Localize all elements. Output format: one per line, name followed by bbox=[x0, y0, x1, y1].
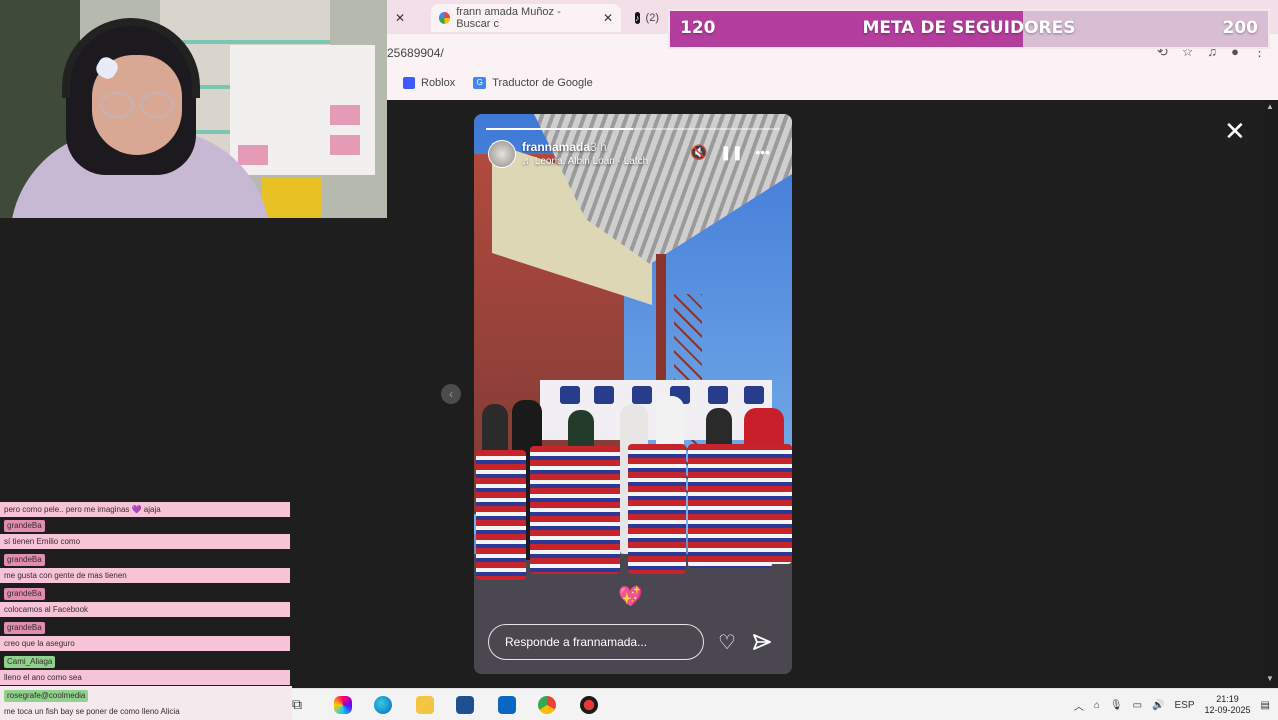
story-progress-fill bbox=[486, 128, 633, 130]
bookmarks-bar: Roblox G Traductor de Google bbox=[387, 72, 1278, 94]
mute-icon[interactable]: 🔇 bbox=[690, 144, 707, 161]
follower-goal-bar: META DE SEGUIDORES 120 200 bbox=[668, 9, 1270, 49]
chat-message: pero como pele.. pero me imaginas 💜 ajaj… bbox=[0, 502, 290, 517]
outlook-icon[interactable] bbox=[498, 696, 516, 714]
chat-message: me toca un fish bay se poner de como lle… bbox=[0, 704, 290, 719]
pompom-letter bbox=[628, 444, 686, 574]
bookmark-label: Traductor de Google bbox=[492, 77, 593, 89]
tab-previous[interactable]: ✕ bbox=[387, 4, 421, 32]
chat-message: sí tienen Emilio como bbox=[0, 534, 290, 549]
microphone-icon[interactable]: 🎙 bbox=[1110, 700, 1123, 711]
tab-label: (2) bbox=[645, 12, 659, 24]
story-header: frannamada 3 h ♬ Leona, Albin Loán · Lat… bbox=[488, 138, 778, 174]
google-icon bbox=[439, 12, 451, 24]
chat-message: me gusta con gente de mas tienen bbox=[0, 568, 290, 583]
obs-icon[interactable] bbox=[580, 696, 598, 714]
chat-username: grandeBa bbox=[4, 622, 45, 634]
roblox-icon bbox=[403, 77, 415, 89]
chat-username: grandeBa bbox=[4, 588, 45, 600]
follower-goal-title: META DE SEGUIDORES bbox=[862, 18, 1076, 38]
avatar[interactable] bbox=[488, 140, 516, 168]
chat-latest: rosegrafe@coolmedia me toca un fish bay … bbox=[0, 686, 292, 720]
chat-username: Cami_Aliaga bbox=[4, 656, 56, 668]
chat-username: grandeBa bbox=[4, 520, 45, 532]
chat-username: rosegrafe@coolmedia bbox=[4, 690, 89, 702]
chat-message: colocamos al Facebook bbox=[0, 602, 290, 617]
bookmark-google-translate[interactable]: G Traductor de Google bbox=[473, 77, 593, 89]
store-icon[interactable] bbox=[456, 696, 474, 714]
bookmark-label: Roblox bbox=[421, 77, 456, 89]
volume-icon[interactable]: 🔊 bbox=[1152, 700, 1164, 711]
chat-username: grandeBa bbox=[4, 554, 45, 566]
tab-close-icon[interactable]: ✕ bbox=[603, 11, 613, 25]
url-text[interactable]: 25689904/ bbox=[387, 46, 444, 60]
scrollbar[interactable]: ▲ ▼ bbox=[1264, 100, 1278, 686]
clock-date: 12-09-2025 bbox=[1204, 705, 1251, 715]
language-indicator[interactable]: ESP bbox=[1174, 700, 1194, 711]
pause-icon[interactable]: ❚❚ bbox=[720, 144, 743, 161]
screen: ✕ frann amada Muñoz - Buscar c ✕ ♪ (2) 2… bbox=[0, 0, 1278, 720]
pompom-letter bbox=[530, 446, 620, 574]
tab-label: frann amada Muñoz - Buscar c bbox=[456, 6, 561, 30]
heart-icon[interactable]: ♡ bbox=[718, 630, 736, 655]
chevron-up-icon[interactable]: ︿ bbox=[1074, 698, 1084, 713]
story-music[interactable]: ♬ Leona, Albin Loán · Latch bbox=[522, 156, 648, 167]
previous-story-icon[interactable]: ‹ bbox=[441, 384, 461, 404]
chat-message: lleno el ano como sea bbox=[0, 670, 290, 685]
file-explorer-icon[interactable] bbox=[416, 696, 434, 714]
story-time: 3 h bbox=[590, 140, 607, 154]
chat-message: creo que la aseguro bbox=[0, 636, 290, 651]
instagram-story[interactable]: frannamada 3 h ♬ Leona, Albin Loán · Lat… bbox=[474, 114, 792, 674]
notification-icon[interactable]: ▤ bbox=[1261, 700, 1270, 711]
scroll-up-icon[interactable]: ▲ bbox=[1266, 102, 1276, 112]
clock[interactable]: 21:19 12-09-2025 bbox=[1205, 694, 1251, 716]
tab-google-search[interactable]: frann amada Muñoz - Buscar c ✕ bbox=[431, 4, 621, 32]
google-translate-icon: G bbox=[473, 77, 487, 89]
tab-close-icon[interactable]: ✕ bbox=[395, 11, 405, 25]
story-reply-input[interactable]: Responde a frannamada... bbox=[488, 624, 704, 660]
pink-shelf bbox=[230, 45, 375, 175]
clock-time: 21:19 bbox=[1216, 694, 1239, 704]
send-icon[interactable] bbox=[752, 632, 772, 652]
taskbar: ⧉ ︿ ⌂ 🎙 ▭ 🔊 ESP 21:19 12-09-2025 ▤ bbox=[292, 688, 1278, 720]
tiktok-icon: ♪ bbox=[635, 12, 640, 24]
tab-tiktok[interactable]: ♪ (2) bbox=[627, 4, 667, 32]
bookmark-roblox[interactable]: Roblox bbox=[403, 77, 455, 89]
close-icon[interactable]: ✕ bbox=[1224, 118, 1246, 144]
more-icon[interactable]: ••• bbox=[755, 144, 770, 161]
display-icon[interactable]: ▭ bbox=[1133, 700, 1142, 711]
scroll-down-icon[interactable]: ▼ bbox=[1266, 674, 1276, 684]
network-icon[interactable]: ⌂ bbox=[1094, 700, 1100, 711]
follower-goal-end: 200 bbox=[1222, 18, 1259, 38]
copilot-icon[interactable] bbox=[334, 696, 352, 714]
system-tray: ︿ ⌂ 🎙 ▭ 🔊 ESP 21:19 12-09-2025 ▤ bbox=[1074, 689, 1270, 720]
edge-icon[interactable] bbox=[374, 696, 392, 714]
chrome-icon[interactable] bbox=[538, 696, 556, 714]
story-progress-bar bbox=[486, 128, 780, 130]
pompom-letter bbox=[768, 444, 792, 564]
follower-goal-start: 120 bbox=[680, 18, 716, 38]
stream-chat: pero como pele.. pero me imaginas 💜 ajaj… bbox=[0, 500, 292, 720]
task-view-icon[interactable]: ⧉ bbox=[292, 696, 310, 714]
heart-sticker-icon: 💖 bbox=[618, 586, 643, 608]
pompom-letter bbox=[476, 450, 526, 580]
pompom-letter bbox=[688, 444, 772, 568]
story-username[interactable]: frannamada bbox=[522, 140, 590, 154]
webcam-feed bbox=[0, 0, 387, 218]
